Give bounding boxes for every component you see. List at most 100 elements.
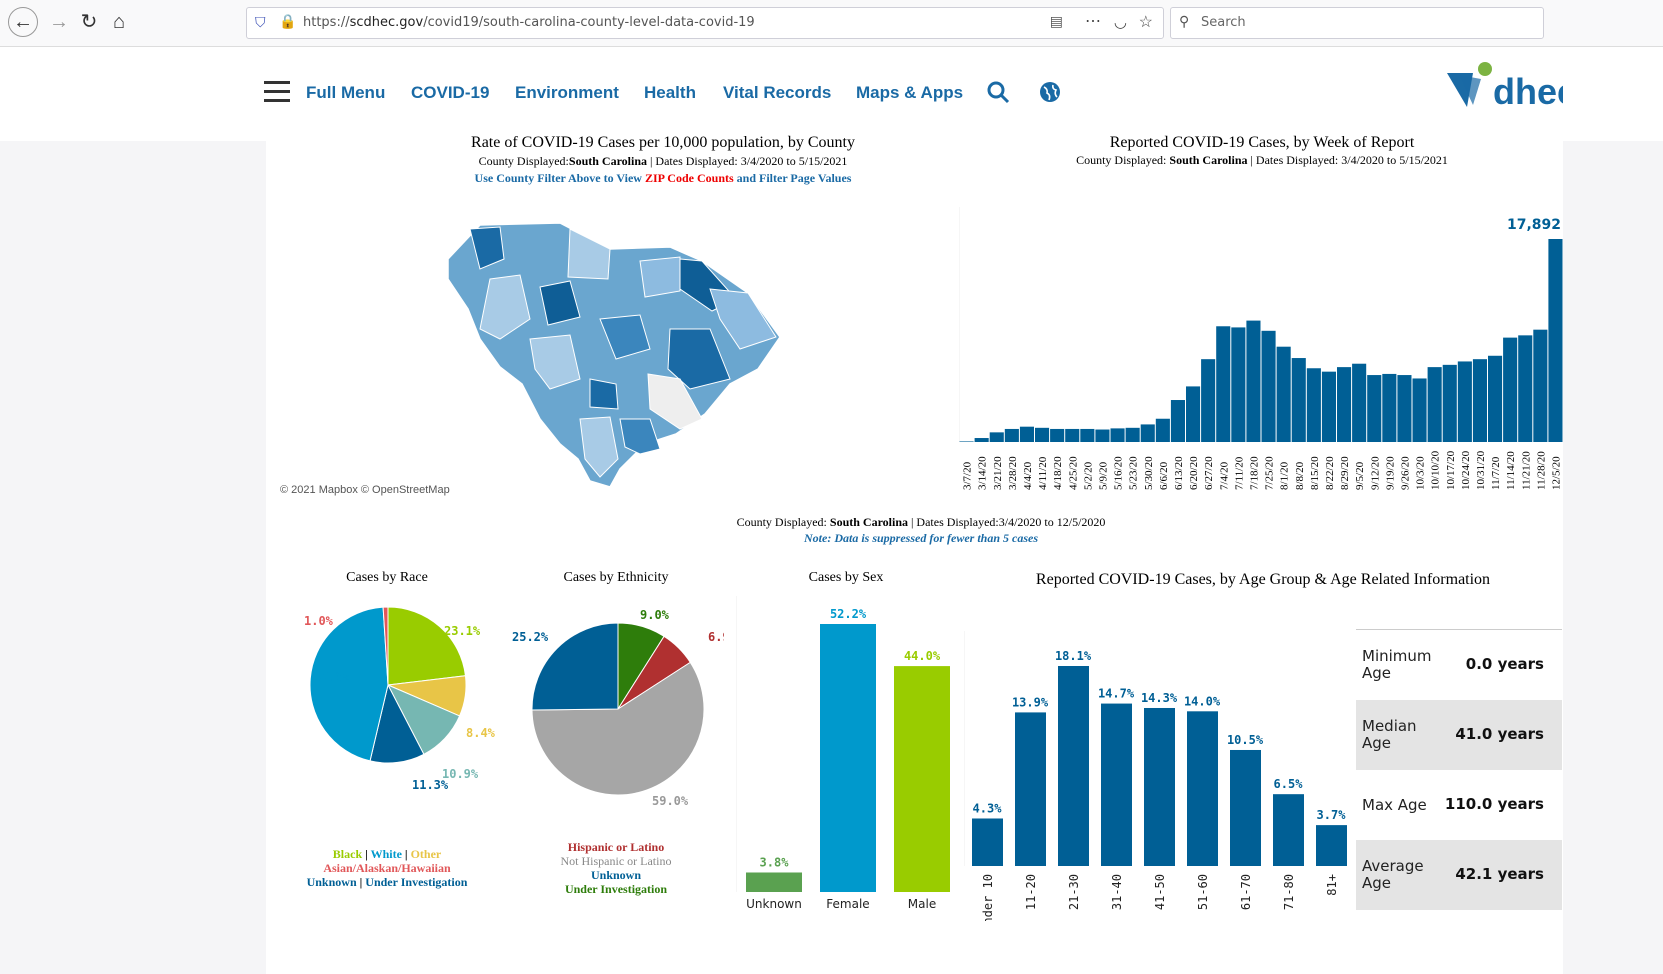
week-tick-label: 11/14/20 <box>1505 451 1517 490</box>
more-actions-icon[interactable]: ⋯ <box>1085 11 1101 31</box>
map-attribution[interactable]: © 2021 Mapbox © OpenStreetMap <box>280 484 450 496</box>
county-region[interactable] <box>589 378 619 410</box>
sex-bar-chart[interactable]: 3.8% Unknown 52.2% Female 44.0% Male <box>736 596 960 920</box>
age-bar[interactable] <box>1015 712 1046 866</box>
globe-icon[interactable] <box>1039 81 1061 103</box>
median-age-label: Median Age <box>1362 717 1417 752</box>
weekly-bar[interactable] <box>1095 429 1110 442</box>
age-bar[interactable] <box>972 818 1003 866</box>
forward-arrow-icon[interactable]: → <box>44 7 74 37</box>
weekly-bar[interactable] <box>1110 428 1125 442</box>
weekly-bar[interactable] <box>1080 428 1095 442</box>
nav-vital-records[interactable]: Vital Records <box>723 83 831 103</box>
weekly-bar[interactable] <box>1533 329 1548 442</box>
age-bar[interactable] <box>1144 707 1175 866</box>
weekly-bar[interactable] <box>1503 337 1518 442</box>
weekly-bar[interactable] <box>1004 428 1019 442</box>
nav-environment[interactable]: Environment <box>515 83 619 103</box>
week-tick-label: 6/6/20 <box>1158 461 1170 490</box>
week-tick-label: 4/11/20 <box>1037 456 1049 490</box>
sex-bar[interactable] <box>894 666 950 892</box>
age-bar[interactable] <box>1230 749 1261 866</box>
weekly-bar[interactable] <box>1337 367 1352 442</box>
weekly-bar[interactable] <box>1170 400 1185 442</box>
weekly-bar[interactable] <box>959 441 974 442</box>
week-tick-label: 12/5/20 <box>1550 456 1562 490</box>
county-region[interactable] <box>567 228 611 280</box>
url-text[interactable]: https://scdhec.gov/covid19/south-carolin… <box>303 15 755 30</box>
weekly-bar[interactable] <box>1065 428 1080 442</box>
county-region[interactable] <box>639 256 681 298</box>
weekly-bar[interactable] <box>1216 326 1231 442</box>
week-tick-label: 3/14/20 <box>977 456 989 490</box>
weekly-bar[interactable] <box>1367 375 1382 442</box>
race-pie-chart[interactable]: 23.1%8.4%10.9%11.3%45.3%1.0% <box>266 601 516 801</box>
pie-slice[interactable] <box>387 606 467 686</box>
ethnicity-legend: Hispanic or Latino Not Hispanic or Latin… <box>528 840 704 896</box>
weekly-bar[interactable] <box>1261 330 1276 442</box>
weekly-bar[interactable] <box>974 438 989 442</box>
weekly-bar[interactable] <box>1412 378 1427 442</box>
weekly-bar[interactable] <box>1155 418 1170 442</box>
age-bar[interactable] <box>1316 825 1347 866</box>
age-bar-value: 6.5% <box>1274 777 1304 791</box>
age-bar[interactable] <box>1273 794 1304 866</box>
reader-mode-icon[interactable]: ▤ <box>1050 13 1063 30</box>
dhec-logo[interactable]: dhec <box>1443 61 1563 121</box>
weekly-bar[interactable] <box>1518 335 1533 442</box>
min-age-row: Minimum Age 0.0 years <box>1356 630 1562 700</box>
home-icon[interactable]: ⌂ <box>104 7 134 37</box>
weekly-bar[interactable] <box>1201 359 1216 442</box>
weekly-bar[interactable] <box>1125 427 1140 442</box>
back-arrow-icon[interactable]: ← <box>8 7 38 37</box>
nav-full-menu[interactable]: Full Menu <box>306 83 385 103</box>
weekly-bar[interactable] <box>1291 358 1306 442</box>
weekly-bar[interactable] <box>1140 424 1155 442</box>
weekly-bar[interactable] <box>1548 239 1563 442</box>
age-bar-value: 3.7% <box>1317 808 1347 822</box>
weekly-bar[interactable] <box>1488 355 1503 442</box>
hamburger-menu-icon[interactable] <box>264 81 290 103</box>
nav-health[interactable]: Health <box>644 83 696 103</box>
weekly-bar[interactable] <box>1246 320 1261 442</box>
weekly-bar[interactable] <box>1427 367 1442 442</box>
weekly-bar[interactable] <box>1382 373 1397 442</box>
search-icon[interactable] <box>986 80 1010 104</box>
lock-icon[interactable]: 🔒 <box>279 13 296 30</box>
weekly-bar[interactable] <box>1442 364 1457 442</box>
ethnicity-pie-chart[interactable]: 9.0% 6.9% 59.0% 25.2% <box>504 601 724 811</box>
weekly-bar[interactable] <box>989 432 1004 442</box>
legend-black: Black <box>332 847 363 861</box>
demographics-caption: County Displayed: South Carolina | Dates… <box>736 515 1106 529</box>
weekly-bar[interactable] <box>1186 386 1201 442</box>
weekly-bar[interactable] <box>1306 368 1321 442</box>
age-bar[interactable] <box>1058 666 1089 866</box>
sex-category-label: Unknown <box>746 897 802 911</box>
county-choropleth-map[interactable] <box>440 219 780 491</box>
weekly-bar[interactable] <box>1019 426 1034 442</box>
address-bar[interactable]: ⛉ 🔒 https://scdhec.gov/covid19/south-car… <box>246 7 1164 39</box>
age-bar[interactable] <box>1101 703 1132 866</box>
weekly-cases-bar-chart[interactable]: 3/7/20 3/14/20 3/21/20 3/28/20 4/4/20 4/11/20… <box>959 207 1563 493</box>
weekly-bar[interactable] <box>1050 428 1065 442</box>
weekly-bar[interactable] <box>1397 375 1412 442</box>
pocket-icon[interactable]: ◡ <box>1114 13 1127 31</box>
weekly-bar[interactable] <box>1276 346 1291 442</box>
age-bar-value: 10.5% <box>1227 733 1264 747</box>
weekly-bar[interactable] <box>1352 363 1367 442</box>
weekly-bar[interactable] <box>1472 359 1487 442</box>
weekly-bar[interactable] <box>1035 427 1050 442</box>
nav-maps-apps[interactable]: Maps & Apps <box>856 83 963 103</box>
weekly-bar[interactable] <box>1231 327 1246 442</box>
age-group-bar-chart[interactable]: 4.3% under 10 13.9% 11-20 18.1% 21-30 14.7% 31-… <box>964 631 1354 921</box>
sex-bar[interactable] <box>820 624 876 892</box>
weekly-bar[interactable] <box>1321 371 1336 442</box>
age-bar[interactable] <box>1187 711 1218 866</box>
sex-bar[interactable] <box>746 872 802 892</box>
reload-icon[interactable]: ↻ <box>74 7 104 37</box>
bookmark-star-icon[interactable]: ☆ <box>1139 12 1153 32</box>
weekly-bar[interactable] <box>1457 361 1472 442</box>
shield-icon[interactable]: ⛉ <box>255 14 266 31</box>
browser-search-input[interactable]: ⚲ Search <box>1170 7 1544 39</box>
nav-covid-19[interactable]: COVID-19 <box>411 83 489 103</box>
